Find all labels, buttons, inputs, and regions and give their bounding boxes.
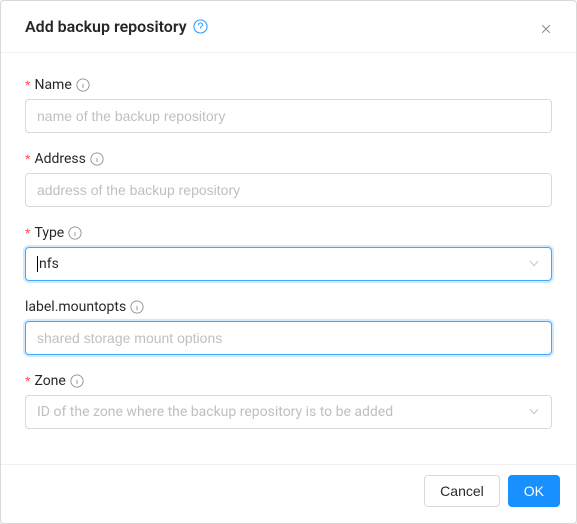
chevron-down-icon — [528, 406, 540, 418]
address-label: * Address — [25, 151, 552, 167]
zone-label: * Zone — [25, 373, 552, 389]
info-circle-icon[interactable] — [68, 226, 82, 240]
info-circle-icon[interactable] — [70, 374, 84, 388]
mountopts-input[interactable] — [25, 321, 552, 355]
zone-select[interactable]: ID of the zone where the backup reposito… — [25, 395, 552, 429]
name-label-text: Name — [34, 77, 71, 93]
info-circle-icon[interactable] — [76, 78, 90, 92]
form-item-name: * Name — [25, 77, 552, 133]
name-input[interactable] — [25, 99, 552, 133]
type-select-value: nfs — [37, 256, 528, 272]
form-item-type: * Type nfs — [25, 225, 552, 281]
chevron-down-icon — [528, 258, 540, 270]
address-label-text: Address — [34, 151, 85, 167]
modal-header: Add backup repository — [1, 1, 576, 53]
form-item-mountopts: label.mountopts — [25, 299, 552, 355]
mountopts-label-text: label.mountopts — [25, 299, 126, 315]
modal-title-text: Add backup repository — [25, 17, 187, 36]
close-icon[interactable] — [532, 15, 560, 43]
form-item-zone: * Zone ID of the zone where the backup r… — [25, 373, 552, 429]
type-label-text: Type — [34, 225, 64, 241]
name-label: * Name — [25, 77, 552, 93]
question-circle-icon[interactable] — [193, 19, 208, 34]
address-input[interactable] — [25, 173, 552, 207]
modal-title: Add backup repository — [25, 17, 208, 36]
add-backup-repository-modal: Add backup repository * Name — [0, 0, 577, 524]
zone-label-text: Zone — [34, 373, 65, 389]
required-mark: * — [25, 373, 30, 389]
mountopts-label: label.mountopts — [25, 299, 552, 315]
modal-body: * Name * Address — [1, 53, 576, 464]
required-mark: * — [25, 225, 30, 241]
info-circle-icon[interactable] — [90, 152, 104, 166]
cancel-button[interactable]: Cancel — [424, 475, 500, 507]
info-circle-icon[interactable] — [130, 300, 144, 314]
zone-select-placeholder: ID of the zone where the backup reposito… — [37, 404, 528, 420]
ok-button[interactable]: OK — [508, 475, 560, 507]
required-mark: * — [25, 77, 30, 93]
type-label: * Type — [25, 225, 552, 241]
required-mark: * — [25, 151, 30, 167]
form-item-address: * Address — [25, 151, 552, 207]
modal-footer: Cancel OK — [1, 464, 576, 523]
type-select[interactable]: nfs — [25, 247, 552, 281]
